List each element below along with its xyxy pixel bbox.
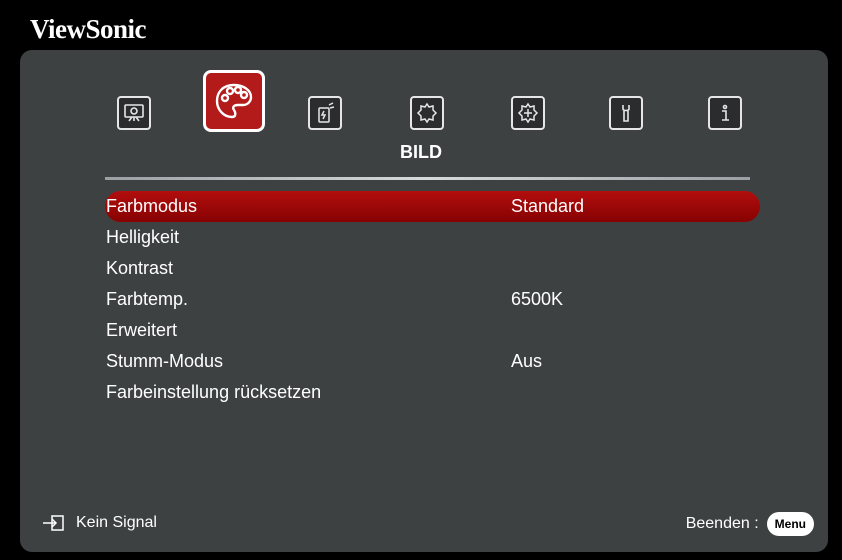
advanced-settings-icon <box>517 102 539 124</box>
menu-item-label: Farbeinstellung rücksetzen <box>106 382 322 402</box>
wrench-icon <box>622 105 630 122</box>
menu-item-mute-mode[interactable]: Stumm-Modus Aus <box>105 346 760 377</box>
menu-item-label: Erweitert <box>106 320 178 340</box>
menu-item-brightness[interactable]: Helligkeit <box>105 222 760 253</box>
menu-item-value: 6500K <box>511 289 564 309</box>
tab-picture[interactable] <box>203 70 265 132</box>
tab-display[interactable] <box>117 96 151 130</box>
palette-icon <box>215 83 253 119</box>
menu-item-value: Aus <box>511 351 543 371</box>
signal-status: Kein Signal <box>42 514 157 532</box>
input-source-icon <box>43 515 64 531</box>
info-icon <box>722 104 729 121</box>
power-management-icon <box>318 102 335 123</box>
tab-system[interactable] <box>609 96 643 130</box>
menu-item-label: Farbtemp. <box>106 289 189 309</box>
signal-text: Kein Signal <box>76 514 157 531</box>
menu-item-label: Helligkeit <box>106 227 180 247</box>
menu-item-advanced[interactable]: Erweitert <box>105 315 760 346</box>
tab-power[interactable] <box>308 96 342 130</box>
tab-basic[interactable] <box>410 96 444 130</box>
tab-advanced[interactable] <box>511 96 545 130</box>
exit-hint: Beenden : Menu <box>686 512 814 536</box>
exit-label: Beenden : <box>685 515 759 532</box>
tab-info[interactable] <box>708 96 742 130</box>
divider <box>105 177 750 180</box>
menu-item-color-temp[interactable]: Farbtemp. 6500K <box>105 284 760 315</box>
menu-item-color-mode[interactable]: Farbmodus Standard <box>105 191 760 222</box>
menu-item-contrast[interactable]: Kontrast <box>105 253 760 284</box>
menu-item-label: Farbmodus <box>106 196 198 216</box>
osd-panel: BILD Farbmodus Standard Helligkeit Kontr… <box>20 50 828 552</box>
menu-item-reset-color[interactable]: Farbeinstellung rücksetzen <box>105 377 760 408</box>
display-icon <box>124 104 144 122</box>
basic-settings-icon <box>416 102 438 124</box>
menu-item-label: Kontrast <box>106 258 174 278</box>
menu-list: Farbmodus Standard Helligkeit Kontrast F… <box>105 191 760 408</box>
menu-button[interactable]: Menu <box>766 512 814 536</box>
brand-logo: ViewSonic <box>30 14 147 44</box>
menu-item-value: Standard <box>511 196 585 216</box>
menu-item-label: Stumm-Modus <box>106 351 224 371</box>
tab-title: BILD <box>400 142 442 162</box>
